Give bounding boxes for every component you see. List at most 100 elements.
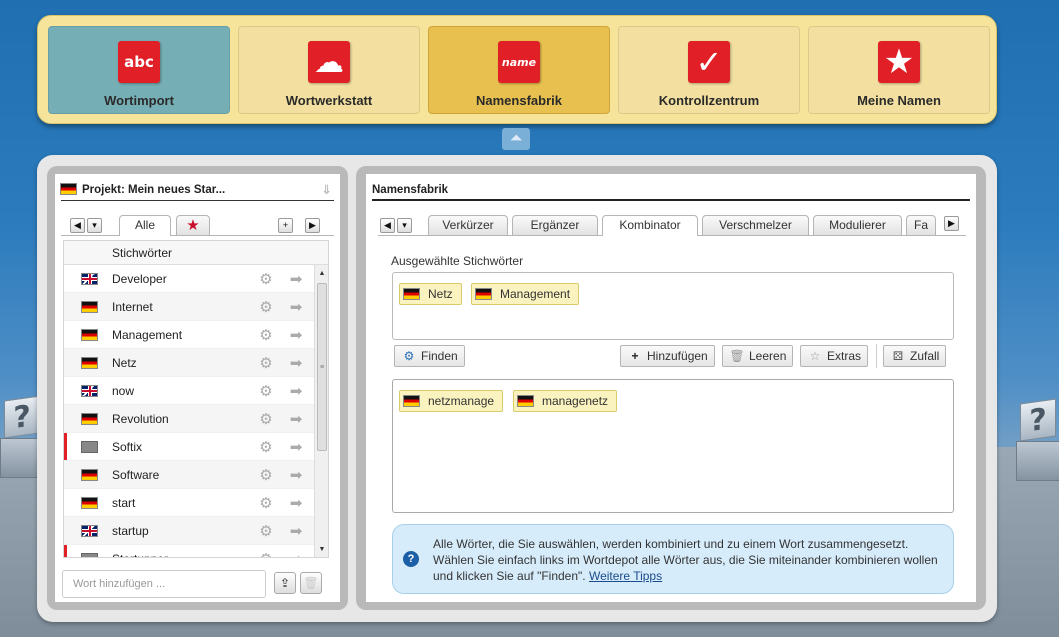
arrow-right-icon[interactable]: ➡ bbox=[281, 326, 311, 344]
german-flag-icon bbox=[82, 302, 97, 313]
random-button[interactable]: ⚄ Zufall bbox=[883, 345, 947, 367]
scroll-tabs-left-button[interactable]: ◀ bbox=[380, 218, 395, 233]
panel-title: Namensfabrik bbox=[372, 179, 970, 201]
keyword-row[interactable]: Netz ⚙ ➡ bbox=[64, 349, 328, 377]
no-flag-icon bbox=[82, 554, 97, 557]
keyword-row[interactable]: Developer ⚙ ➡ bbox=[64, 265, 328, 293]
row-marker bbox=[64, 517, 72, 544]
name-factory-inner: Namensfabrik ◀ ▾ Verkürzer Ergänzer Kombin… bbox=[366, 174, 976, 602]
scroll-tabs-left-button[interactable]: ◀ bbox=[70, 218, 85, 233]
gear-icon[interactable]: ⚙ bbox=[251, 382, 281, 400]
results-box[interactable]: netzmanage managenetz bbox=[392, 379, 954, 513]
scroll-tabs-right-button[interactable]: ▶ bbox=[944, 216, 959, 231]
gear-icon[interactable]: ⚙ bbox=[251, 438, 281, 456]
nav-tile-meine-namen[interactable]: ★ Meine Namen bbox=[808, 26, 990, 114]
add-word-input[interactable]: Wort hinzufügen ... bbox=[62, 570, 266, 598]
nav-tile-wortwerkstatt[interactable]: ☁ Wortwerkstatt bbox=[238, 26, 420, 114]
keyword-row[interactable]: Revolution ⚙ ➡ bbox=[64, 405, 328, 433]
tab-verschmelzer[interactable]: Verschmelzer bbox=[702, 215, 809, 235]
robot-icon: ⚙ bbox=[403, 349, 415, 363]
gear-icon[interactable]: ⚙ bbox=[251, 522, 281, 540]
tab-kombinator[interactable]: Kombinator bbox=[602, 215, 698, 236]
scroll-down-arrow-icon[interactable]: ▼ bbox=[315, 544, 328, 556]
arrow-right-icon[interactable]: ➡ bbox=[281, 382, 311, 400]
download-arrow-icon[interactable]: ⇓ bbox=[321, 179, 332, 201]
gear-icon[interactable]: ⚙ bbox=[251, 494, 281, 512]
tab-modulierer[interactable]: Modulierer bbox=[813, 215, 902, 235]
project-title-bar: Projekt: Mein neues Star... ⇓ bbox=[61, 179, 334, 201]
tab-verkürzer[interactable]: Verkürzer bbox=[428, 215, 508, 235]
find-button[interactable]: ⚙ Finden bbox=[394, 345, 465, 367]
tab-alle[interactable]: Alle bbox=[119, 215, 171, 236]
collapse-nav-button[interactable]: ⏶ bbox=[502, 128, 530, 150]
main-navigation: abc Wortimport ☁ Wortwerkstatt name Name… bbox=[37, 15, 997, 124]
nav-tile-namensfabrik[interactable]: name Namensfabrik bbox=[428, 26, 610, 114]
german-flag-icon bbox=[82, 470, 97, 481]
delete-word-button[interactable]: 🗑 bbox=[300, 572, 322, 594]
arrow-right-icon[interactable]: ➡ bbox=[281, 438, 311, 456]
import-icon: ⇪ bbox=[279, 576, 291, 590]
gear-icon[interactable]: ⚙ bbox=[251, 466, 281, 484]
scroll-up-arrow-icon[interactable]: ▲ bbox=[315, 268, 328, 280]
tab-favorites[interactable]: ★ bbox=[176, 215, 210, 235]
arrow-right-icon[interactable]: ➡ bbox=[281, 270, 311, 288]
row-marker bbox=[64, 349, 72, 376]
keyword-row[interactable]: now ⚙ ➡ bbox=[64, 377, 328, 405]
nav-tile-kontrollzentrum[interactable]: ✓ Kontrollzentrum bbox=[618, 26, 800, 114]
extras-button[interactable]: ☆ Extras bbox=[800, 345, 869, 367]
button-separator bbox=[876, 344, 877, 368]
uk-flag-icon bbox=[82, 526, 97, 537]
scroll-tabs-right-button[interactable]: ▶ bbox=[305, 218, 320, 233]
more-tips-link[interactable]: Weitere Tipps bbox=[589, 569, 662, 583]
list-scrollbar[interactable]: ▲ ≡ ▼ bbox=[314, 265, 328, 557]
keyword-row[interactable]: Internet ⚙ ➡ bbox=[64, 293, 328, 321]
selected-chip[interactable]: Management bbox=[471, 283, 580, 305]
selected-keywords-box[interactable]: Netz Management bbox=[392, 272, 954, 340]
german-flag-icon bbox=[61, 183, 76, 194]
arrow-right-icon[interactable]: ➡ bbox=[281, 466, 311, 484]
selected-chip[interactable]: Netz bbox=[399, 283, 462, 305]
keyword-label: Software bbox=[112, 467, 160, 482]
gear-icon[interactable]: ⚙ bbox=[251, 550, 281, 558]
clear-button[interactable]: 🗑 Leeren bbox=[722, 345, 794, 367]
arrow-right-icon[interactable]: ➡ bbox=[281, 298, 311, 316]
arrow-right-icon[interactable]: ➡ bbox=[281, 354, 311, 372]
tabs-dropdown-button[interactable]: ▾ bbox=[87, 218, 102, 233]
import-word-button[interactable]: ⇪ bbox=[274, 572, 296, 594]
tabs-dropdown-button[interactable]: ▾ bbox=[397, 218, 412, 233]
gear-icon[interactable]: ⚙ bbox=[251, 270, 281, 288]
gear-icon[interactable]: ⚙ bbox=[251, 298, 281, 316]
row-marker bbox=[64, 545, 72, 557]
add-tab-button[interactable]: + bbox=[278, 218, 293, 233]
result-chip[interactable]: managenetz bbox=[513, 390, 618, 412]
row-marker bbox=[64, 461, 72, 488]
keyword-row[interactable]: startup ⚙ ➡ bbox=[64, 517, 328, 545]
keyword-row[interactable]: Softix ⚙ ➡ bbox=[64, 433, 328, 461]
keyword-rows: Developer ⚙ ➡ Internet ⚙ ➡ Management ⚙ ➡ Netz ⚙ ➡ n… bbox=[64, 265, 328, 558]
project-title: Projekt: Mein neues Star... bbox=[82, 184, 226, 196]
arrow-right-icon[interactable]: ➡ bbox=[281, 550, 311, 558]
gear-icon[interactable]: ⚙ bbox=[251, 354, 281, 372]
arrow-right-icon[interactable]: ➡ bbox=[281, 522, 311, 540]
row-marker bbox=[64, 433, 72, 460]
tab-ergänzer[interactable]: Ergänzer bbox=[512, 215, 598, 235]
nav-tile-wortimport[interactable]: abc Wortimport bbox=[48, 26, 230, 114]
tab-divider bbox=[61, 235, 334, 236]
keyword-row[interactable]: Startupper⚙➡ bbox=[64, 545, 328, 558]
gear-icon[interactable]: ⚙ bbox=[251, 326, 281, 344]
gear-icon[interactable]: ⚙ bbox=[251, 410, 281, 428]
keyword-row[interactable]: Software ⚙ ➡ bbox=[64, 461, 328, 489]
keyword-row[interactable]: start ⚙ ➡ bbox=[64, 489, 328, 517]
uk-flag-icon bbox=[82, 274, 97, 285]
scrollbar-thumb[interactable]: ≡ bbox=[317, 283, 327, 451]
german-flag-icon bbox=[476, 288, 491, 299]
arrow-right-icon[interactable]: ➡ bbox=[281, 410, 311, 428]
result-chip[interactable]: netzmanage bbox=[399, 390, 504, 412]
tab-fa[interactable]: Fa bbox=[906, 215, 936, 235]
add-button[interactable]: + Hinzufügen bbox=[620, 345, 715, 367]
checkmark-icon: ✓ bbox=[688, 41, 730, 83]
column-header-keywords[interactable]: Stichwörter bbox=[106, 241, 251, 264]
keyword-row[interactable]: Management ⚙ ➡ bbox=[64, 321, 328, 349]
selected-keywords-label: Ausgewählte Stichwörter bbox=[391, 254, 524, 268]
arrow-right-icon[interactable]: ➡ bbox=[281, 494, 311, 512]
